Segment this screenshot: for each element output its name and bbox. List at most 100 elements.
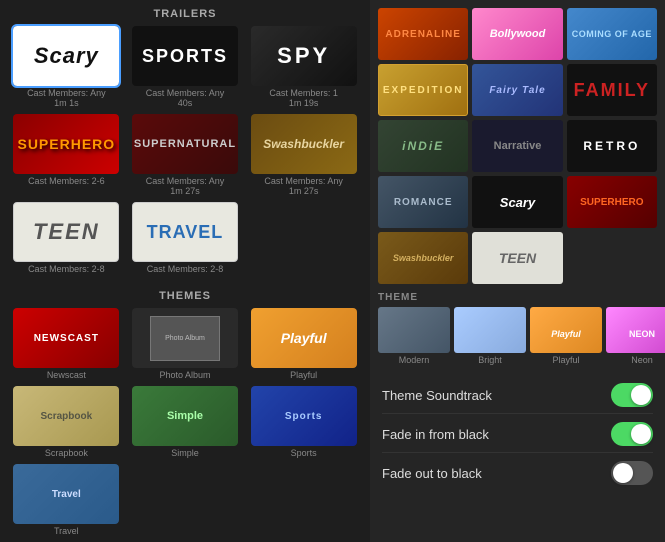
theme-neon-thumb[interactable]: NEON	[606, 307, 665, 353]
theme-option-modern: Modern	[378, 307, 450, 365]
tt-adrenaline[interactable]: ADRENALINE	[378, 8, 468, 60]
trailer-item-teen: TEEN Cast Members: 2-8	[10, 202, 123, 274]
trailer-travel-text: TRAVEL	[147, 222, 224, 243]
trailer-item-scary: Scary Cast Members: Any1m 1s	[10, 26, 123, 108]
tt-bollywood[interactable]: Bollywood	[472, 8, 562, 60]
toggle-fadeout-knob	[613, 463, 633, 483]
right-panel: ADRENALINE Bollywood Coming Of Age EXPED…	[370, 0, 665, 542]
left-panel: TRAILERS Scary Cast Members: Any1m 1s SP…	[0, 0, 370, 542]
theme-simple-label: Simple	[171, 448, 199, 458]
theme-item-sports2: Sports Sports	[247, 386, 360, 458]
tt-romance[interactable]: ROMANCE	[378, 176, 468, 228]
theme-bright-label: Bright	[478, 355, 502, 365]
theme-scrapbook-label: Scrapbook	[45, 448, 88, 458]
toggle-soundtrack-switch[interactable]	[611, 383, 653, 407]
theme-playful-thumb-text: Playful	[530, 329, 602, 339]
tt-scary2[interactable]: Scary	[472, 176, 562, 228]
toggle-fadeout-switch[interactable]	[611, 461, 653, 485]
trailer-thumb-swashbuckler[interactable]: Swashbuckler	[251, 114, 357, 174]
tt-fairytale[interactable]: Fairy Tale	[472, 64, 562, 116]
trailer-sports-label: Cast Members: Any40s	[146, 88, 225, 108]
theme-travel2-text: Travel	[52, 489, 81, 500]
theme-item-photoalbum: Photo Album Photo Album	[129, 308, 242, 380]
toggle-row-soundtrack: Theme Soundtrack	[382, 377, 653, 414]
theme-playful-label: Playful	[552, 355, 579, 365]
theme-thumb-sports2[interactable]: Sports	[251, 386, 357, 446]
toggle-soundtrack-knob	[631, 385, 651, 405]
theme-thumb-playful[interactable]: Playful	[251, 308, 357, 368]
trailer-spy-label: Cast Members: 11m 19s	[269, 88, 338, 108]
tt-narrative[interactable]: Narrative	[472, 120, 562, 172]
toggle-row-fadein: Fade in from black	[382, 416, 653, 453]
theme-scrapbook-text: Scrapbook	[40, 411, 92, 422]
theme-bright-thumb[interactable]	[454, 307, 526, 353]
theme-scroll: Modern Bright Playful Playful NEON Neon	[370, 307, 665, 371]
theme-item-playful: Playful Playful	[247, 308, 360, 380]
toggle-fadein-label: Fade in from black	[382, 427, 489, 442]
trailers-header: TRAILERS	[0, 0, 370, 26]
theme-option-neon: NEON Neon	[606, 307, 665, 365]
toggle-row-fadeout: Fade out to black	[382, 455, 653, 491]
theme-thumb-simple[interactable]: Simple	[132, 386, 238, 446]
tt-swashbuckler2[interactable]: Swashbuckler	[378, 232, 468, 284]
theme-thumb-newscast[interactable]: NEWSCAST	[13, 308, 119, 368]
tt-comingofage[interactable]: Coming Of Age	[567, 8, 657, 60]
trailer-thumb-scary[interactable]: Scary	[13, 26, 119, 86]
theme-item-newscast: NEWSCAST Newscast	[10, 308, 123, 380]
trailer-item-sports: SPORTS Cast Members: Any40s	[129, 26, 242, 108]
trailer-thumb-superhero[interactable]: SUPERHERO	[13, 114, 119, 174]
tt-family[interactable]: FAMILY	[567, 64, 657, 116]
trailer-supernatural-text: SUPERNATURAL	[134, 138, 236, 150]
theme-sports2-text: Sports	[285, 411, 323, 422]
theme-modern-thumb[interactable]	[378, 307, 450, 353]
trailer-sports-text: SPORTS	[142, 46, 228, 67]
theme-thumb-scrapbook[interactable]: Scrapbook	[13, 386, 119, 446]
theme-neon-thumb-text: NEON	[606, 329, 665, 339]
trailer-thumb-sports[interactable]: SPORTS	[132, 26, 238, 86]
tt-retro[interactable]: RETRO	[567, 120, 657, 172]
theme-playful-label: Playful	[290, 370, 317, 380]
theme-newscast-label: Newscast	[47, 370, 86, 380]
toggles-section: Theme Soundtrack Fade in from black Fade…	[370, 371, 665, 542]
trailer-item-swashbuckler: Swashbuckler Cast Members: Any1m 27s	[247, 114, 360, 196]
tt-teen2[interactable]: TEEN	[472, 232, 562, 284]
trailer-superhero-text: SUPERHERO	[17, 136, 115, 152]
theme-item-simple: Simple Simple	[129, 386, 242, 458]
trailer-thumb-travel[interactable]: TRAVEL	[132, 202, 238, 262]
trailer-thumb-supernatural[interactable]: SUPERNATURAL	[132, 114, 238, 174]
tt-expedition[interactable]: EXPEDITION	[378, 64, 468, 116]
trailer-swashbuckler-text: Swashbuckler	[263, 137, 344, 151]
tt-superhero2[interactable]: SUPERHERO	[567, 176, 657, 228]
theme-modern-label: Modern	[399, 355, 430, 365]
theme-photoalbum-label: Photo Album	[159, 370, 210, 380]
theme-thumb-photoalbum[interactable]: Photo Album	[132, 308, 238, 368]
trailer-spy-text: SPY	[277, 43, 330, 69]
trailer-scary-label: Cast Members: Any1m 1s	[27, 88, 106, 108]
tt-indie[interactable]: iNDiE	[378, 120, 468, 172]
toggle-fadeout-label: Fade out to black	[382, 466, 482, 481]
trailer-item-supernatural: SUPERNATURAL Cast Members: Any1m 27s	[129, 114, 242, 196]
trailer-thumb-teen[interactable]: TEEN	[13, 202, 119, 262]
toggle-soundtrack-label: Theme Soundtrack	[382, 388, 492, 403]
theme-sports2-label: Sports	[291, 448, 317, 458]
theme-photoalbum-text: Photo Album	[165, 335, 205, 342]
theme-simple-text: Simple	[167, 410, 203, 422]
trailer-item-travel: TRAVEL Cast Members: 2-8	[129, 202, 242, 274]
theme-photoalbum-inner: Photo Album	[150, 316, 220, 361]
theme-thumb-travel2[interactable]: Travel	[13, 464, 119, 524]
theme-newscast-text: NEWSCAST	[34, 333, 99, 344]
theme-playful-thumb[interactable]: Playful	[530, 307, 602, 353]
themes-grid: NEWSCAST Newscast Photo Album Photo Albu…	[0, 308, 370, 542]
theme-item-scrapbook: Scrapbook Scrapbook	[10, 386, 123, 458]
trailer-type-grid: ADRENALINE Bollywood Coming Of Age EXPED…	[370, 0, 665, 288]
trailer-superhero-label: Cast Members: 2-6	[28, 176, 105, 186]
theme-item-travel2: Travel Travel	[10, 464, 123, 536]
trailer-teen-text: TEEN	[33, 219, 100, 245]
trailer-supernatural-label: Cast Members: Any1m 27s	[146, 176, 225, 196]
trailer-item-spy: SPY Cast Members: 11m 19s	[247, 26, 360, 108]
themes-header: THEMES	[0, 282, 370, 308]
trailer-thumb-spy[interactable]: SPY	[251, 26, 357, 86]
toggle-fadein-switch[interactable]	[611, 422, 653, 446]
theme-section-label: THEME	[370, 288, 665, 307]
trailers-grid: Scary Cast Members: Any1m 1s SPORTS Cast…	[0, 26, 370, 282]
